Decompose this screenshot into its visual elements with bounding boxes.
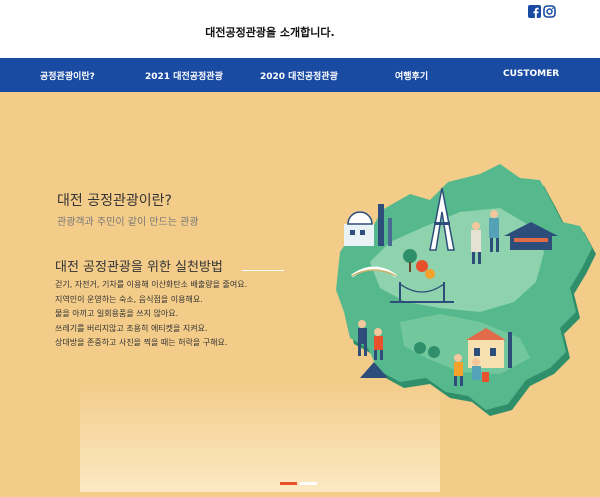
header: 대전공정관광을 소개합니다. [0, 0, 600, 58]
practice-item: 걷기, 자전거, 기차를 이용해 이산화탄소 배출량을 줄여요. [55, 280, 248, 289]
method-title: 대전 공정관광을 위한 실천방법 [55, 260, 223, 275]
nav-item-reviews[interactable]: 여행후기 [395, 69, 428, 82]
social-links [528, 3, 556, 18]
nav-item-customer[interactable]: CUSTOMER [503, 69, 559, 79]
slide-dot-2[interactable] [300, 482, 317, 485]
hero-subtitle: 관광객과 주민이 같이 만드는 관광 [57, 217, 199, 228]
practice-list: 걷기, 자전거, 기차를 이용해 이산화탄소 배출량을 줄여요. 지역인이 운영… [55, 278, 247, 351]
facebook-icon[interactable] [528, 3, 541, 18]
practice-item: 상대방을 존중하고 사진을 찍을 때는 허락을 구해요. [55, 338, 228, 347]
nav-item-about[interactable]: 공정관광이란? [40, 69, 95, 82]
practice-item: 지역인이 운영하는 숙소, 음식점을 이용해요. [55, 294, 203, 304]
practice-item: 물을 아끼고 일회용품을 쓰지 않아요. [55, 309, 179, 318]
instagram-icon[interactable] [543, 3, 556, 18]
hero-title: 대전 공정관광이란? [57, 193, 172, 209]
slide-dot-1[interactable] [280, 482, 297, 485]
nav-item-2021[interactable]: 2021 대전공정관광 [145, 69, 223, 82]
site-title: 대전공정관광을 소개합니다. [205, 26, 335, 39]
hero-slide: 대전 공정관광이란? 관광객과 주민이 같이 만드는 관광 대전 공정관광을 위… [0, 92, 600, 497]
method-title-underline [242, 270, 284, 271]
daejeon-map-illustration [336, 164, 596, 416]
slider-pagination [280, 482, 317, 485]
practice-item: 쓰레기를 버리지않고 조용히 에티켓을 지켜요. [55, 323, 208, 333]
nav-item-2020[interactable]: 2020 대전공정관광 [260, 69, 338, 82]
main-nav: 공정관광이란? 2021 대전공정관광 2020 대전공정관광 여행후기 CUS… [0, 58, 600, 92]
